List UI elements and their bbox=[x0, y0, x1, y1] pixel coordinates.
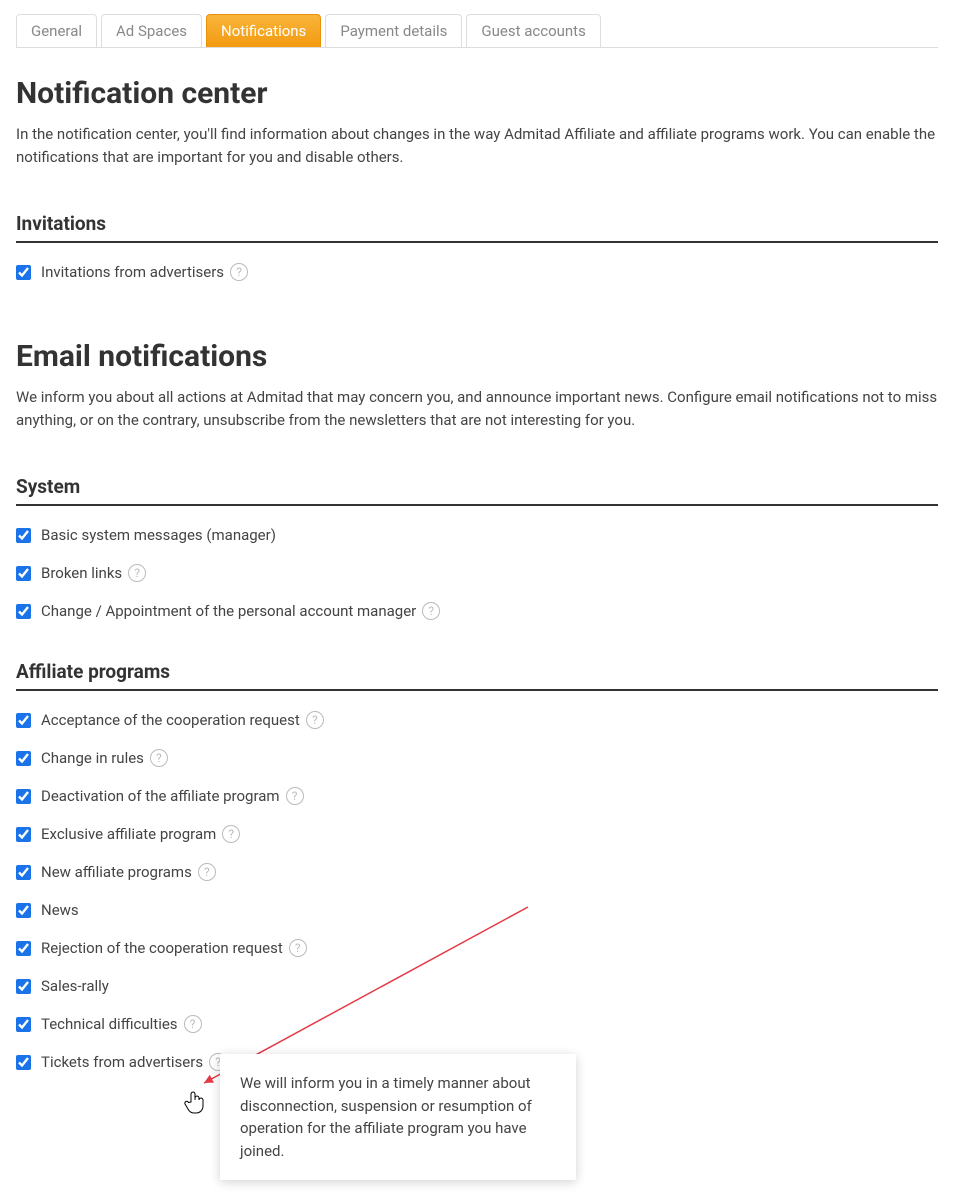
check-row: Invitations from advertisers? bbox=[16, 263, 938, 281]
checkbox-deactivation-of-the-affiliate-program[interactable] bbox=[16, 789, 31, 804]
checkbox-new-affiliate-programs[interactable] bbox=[16, 865, 31, 880]
check-label: Basic system messages (manager) bbox=[41, 526, 276, 544]
check-row: Exclusive affiliate program? bbox=[16, 825, 938, 843]
check-row: Deactivation of the affiliate program? bbox=[16, 787, 938, 805]
checkbox-sales-rally[interactable] bbox=[16, 979, 31, 994]
check-label: Sales-rally bbox=[41, 977, 109, 995]
tab-payment-details[interactable]: Payment details bbox=[325, 14, 462, 47]
help-icon[interactable]: ? bbox=[230, 263, 248, 281]
check-label: Invitations from advertisers bbox=[41, 263, 224, 281]
checkbox-change-appointment-of-the-personal-account-manager[interactable] bbox=[16, 604, 31, 619]
tab-ad-spaces[interactable]: Ad Spaces bbox=[101, 14, 202, 47]
section-invitations: Invitations Invitations from advertisers… bbox=[16, 212, 938, 281]
check-row: Rejection of the cooperation request? bbox=[16, 939, 938, 957]
check-row: Change in rules? bbox=[16, 749, 938, 767]
heading-system: System bbox=[16, 475, 938, 506]
page-intro: In the notification center, you'll find … bbox=[16, 123, 938, 168]
checkbox-invitations-from-advertisers[interactable] bbox=[16, 265, 31, 280]
checkbox-news[interactable] bbox=[16, 903, 31, 918]
page-title: Notification center bbox=[16, 76, 938, 111]
tab-general[interactable]: General bbox=[16, 14, 97, 47]
tab-guest-accounts[interactable]: Guest accounts bbox=[466, 14, 600, 47]
tab-notifications[interactable]: Notifications bbox=[206, 14, 321, 47]
check-label: Acceptance of the cooperation request bbox=[41, 711, 300, 729]
checkbox-basic-system-messages-manager-[interactable] bbox=[16, 528, 31, 543]
check-label: Change / Appointment of the personal acc… bbox=[41, 602, 416, 620]
check-label: Change in rules bbox=[41, 749, 144, 767]
heading-affiliate-programs: Affiliate programs bbox=[16, 660, 938, 691]
check-row: News bbox=[16, 901, 938, 919]
help-icon[interactable]: ? bbox=[422, 602, 440, 620]
checkbox-acceptance-of-the-cooperation-request[interactable] bbox=[16, 713, 31, 728]
checkbox-technical-difficulties[interactable] bbox=[16, 1017, 31, 1032]
check-label: New affiliate programs bbox=[41, 863, 192, 881]
check-label: Exclusive affiliate program bbox=[41, 825, 216, 843]
checkbox-tickets-from-advertisers[interactable] bbox=[16, 1055, 31, 1070]
help-icon[interactable]: ? bbox=[222, 825, 240, 843]
checkbox-change-in-rules[interactable] bbox=[16, 751, 31, 766]
help-icon[interactable]: ? bbox=[289, 939, 307, 957]
help-icon[interactable]: ? bbox=[128, 564, 146, 582]
section-affiliate-programs: Affiliate programs Acceptance of the coo… bbox=[16, 660, 938, 1071]
check-label: News bbox=[41, 901, 79, 919]
check-row: Change / Appointment of the personal acc… bbox=[16, 602, 938, 620]
check-label: Tickets from advertisers bbox=[41, 1053, 203, 1071]
check-label: Deactivation of the affiliate program bbox=[41, 787, 280, 805]
checkbox-broken-links[interactable] bbox=[16, 566, 31, 581]
check-label: Broken links bbox=[41, 564, 122, 582]
check-label: Technical difficulties bbox=[41, 1015, 178, 1033]
email-notifications-title: Email notifications bbox=[16, 339, 938, 374]
help-icon[interactable]: ? bbox=[150, 749, 168, 767]
checkbox-rejection-of-the-cooperation-request[interactable] bbox=[16, 941, 31, 956]
check-label: Rejection of the cooperation request bbox=[41, 939, 283, 957]
section-system: System Basic system messages (manager) Br… bbox=[16, 475, 938, 620]
help-icon[interactable]: ? bbox=[286, 787, 304, 805]
help-icon[interactable]: ? bbox=[184, 1015, 202, 1033]
heading-invitations: Invitations bbox=[16, 212, 938, 243]
check-row: New affiliate programs? bbox=[16, 863, 938, 881]
help-icon[interactable]: ? bbox=[306, 711, 324, 729]
check-row: Basic system messages (manager) bbox=[16, 526, 938, 544]
check-row: Broken links? bbox=[16, 564, 938, 582]
email-notifications-intro: We inform you about all actions at Admit… bbox=[16, 386, 938, 431]
checkbox-exclusive-affiliate-program[interactable] bbox=[16, 827, 31, 842]
check-row: Technical difficulties? bbox=[16, 1015, 938, 1033]
check-row: Acceptance of the cooperation request? bbox=[16, 711, 938, 729]
check-row: Sales-rally bbox=[16, 977, 938, 995]
tooltip-text: We will inform you in a timely manner ab… bbox=[240, 1074, 532, 1160]
tooltip-technical-difficulties: We will inform you in a timely manner ab… bbox=[220, 1054, 576, 1180]
tabs-bar: GeneralAd SpacesNotificationsPayment det… bbox=[16, 14, 938, 48]
help-icon[interactable]: ? bbox=[198, 863, 216, 881]
cursor-hand-icon bbox=[184, 1090, 206, 1116]
